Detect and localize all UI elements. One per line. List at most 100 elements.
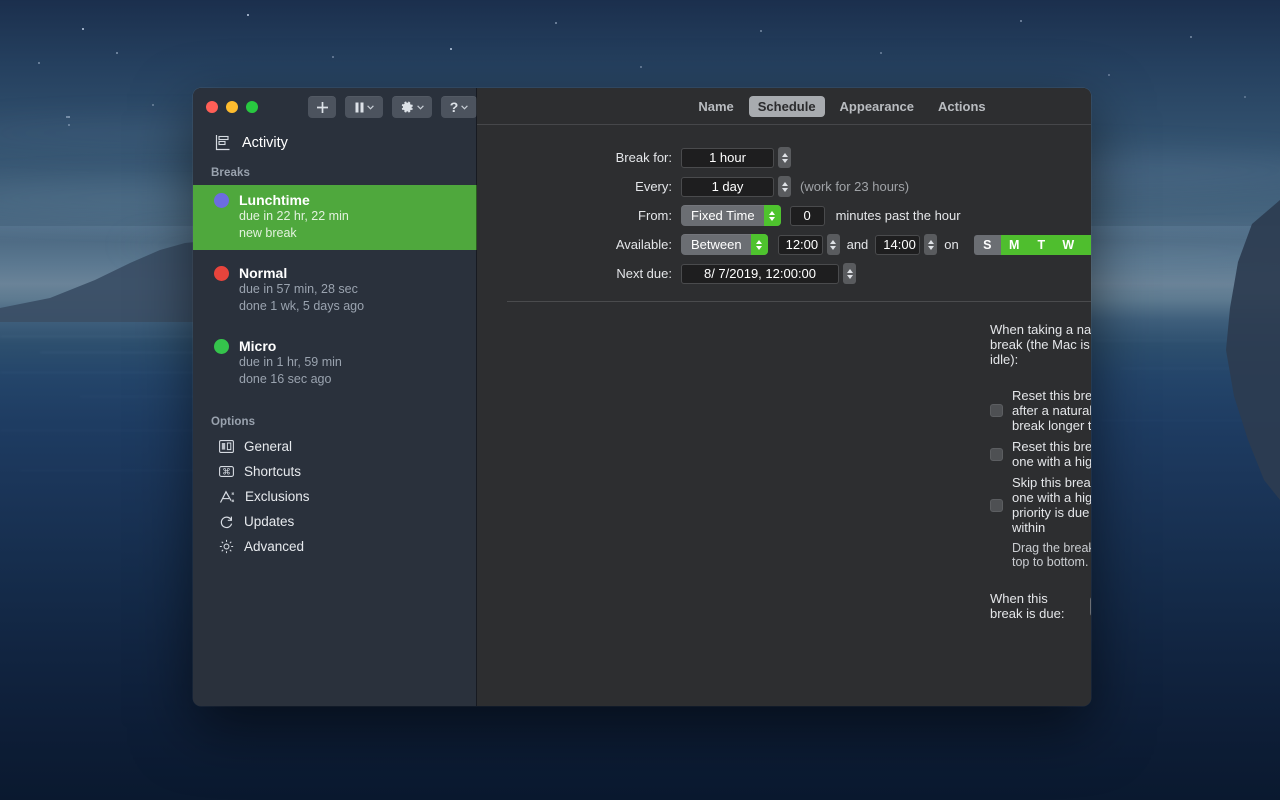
tab-appearance[interactable]: Appearance	[831, 96, 923, 117]
select-arrows-icon	[751, 234, 768, 255]
minutes-past-hour-field[interactable]: 0	[790, 206, 825, 226]
available-label: Available:	[495, 237, 681, 252]
general-panels-icon	[219, 440, 234, 453]
sidebar-section-breaks: Breaks	[193, 161, 477, 185]
next-due-row: Next due: 8/ 7/2019, 12:00:00	[477, 263, 1091, 284]
when-due-row: When this break is due: Start Immediatel…	[477, 591, 1091, 621]
break-due-text: due in 22 hr, 22 min	[239, 208, 477, 225]
break-done-text: done 16 sec ago	[239, 371, 477, 388]
day-toggle-mon[interactable]: M	[1001, 235, 1028, 255]
select-arrows-icon	[764, 205, 781, 226]
sidebar: ? Activity Breaks	[193, 88, 477, 706]
every-label: Every:	[495, 179, 681, 194]
sidebar-item-label: Updates	[244, 514, 294, 529]
next-due-field[interactable]: 8/ 7/2019, 12:00:00	[681, 264, 839, 284]
drag-order-note: Drag the breaks to order in priority, to…	[1012, 541, 1091, 569]
from-mode-value: Fixed Time	[681, 208, 764, 223]
pause-icon	[355, 102, 364, 113]
schedule-form: Break for: 1 hour Every: 1 day (work for…	[477, 125, 1091, 621]
reset-after-higher-priority-checkbox[interactable]	[990, 448, 1003, 461]
day-toggle-thu[interactable]: T	[1082, 235, 1091, 255]
break-name: Micro	[239, 338, 276, 354]
close-window-button[interactable]	[206, 101, 218, 113]
minutes-past-hour-label: minutes past the hour	[836, 208, 961, 223]
reset-after-higher-priority-row: Reset this break after finishing one wit…	[990, 439, 1091, 469]
sidebar-break-micro[interactable]: Micro due in 1 hr, 59 min done 16 sec ag…	[193, 331, 477, 396]
tab-schedule[interactable]: Schedule	[749, 96, 825, 117]
from-row: From: Fixed Time 0 minutes past the hour	[477, 205, 1091, 226]
toolbar: ?	[308, 96, 477, 118]
day-toggle-tue[interactable]: T	[1028, 235, 1055, 255]
refresh-circle-icon	[219, 515, 234, 529]
when-due-label: When this break is due:	[990, 591, 1081, 621]
every-field[interactable]: 1 day	[681, 177, 774, 197]
window-titlebar: ?	[193, 88, 477, 126]
maximize-window-button[interactable]	[246, 101, 258, 113]
break-name: Normal	[239, 265, 287, 281]
activity-chart-icon	[215, 134, 231, 151]
chevron-down-icon	[461, 105, 468, 110]
question-mark-icon: ?	[450, 100, 459, 114]
when-due-select[interactable]: Start Immediately	[1090, 596, 1091, 617]
break-name: Lunchtime	[239, 192, 310, 208]
gear-icon	[219, 539, 234, 554]
break-done-text: new break	[239, 225, 477, 242]
pause-button[interactable]	[345, 96, 383, 118]
sidebar-item-label: Activity	[242, 135, 288, 151]
next-due-stepper[interactable]	[843, 263, 856, 284]
available-start-field[interactable]: 12:00	[778, 235, 823, 255]
every-stepper[interactable]	[778, 176, 791, 197]
from-label: From:	[495, 208, 681, 223]
skip-if-higher-priority-checkbox[interactable]	[990, 499, 1003, 512]
sidebar-item-label: General	[244, 439, 292, 454]
day-toggle-wed[interactable]: W	[1055, 235, 1082, 255]
help-button[interactable]: ?	[441, 96, 477, 118]
available-mode-select[interactable]: Between	[681, 234, 768, 255]
tab-name[interactable]: Name	[689, 96, 742, 117]
available-end-field[interactable]: 14:00	[875, 235, 920, 255]
plus-icon	[316, 101, 329, 114]
sidebar-item-activity[interactable]: Activity	[193, 126, 477, 161]
minimize-window-button[interactable]	[226, 101, 238, 113]
from-mode-select[interactable]: Fixed Time	[681, 205, 781, 226]
break-due-text: due in 57 min, 28 sec	[239, 281, 477, 298]
sidebar-item-updates[interactable]: Updates	[193, 509, 477, 534]
reset-after-natural-break-label: Reset this break after a natural break l…	[1012, 388, 1091, 433]
sidebar-item-exclusions[interactable]: Exclusions	[193, 484, 477, 509]
sidebar-item-label: Advanced	[244, 539, 304, 554]
day-toggle-sun[interactable]: S	[974, 235, 1001, 255]
svg-text:⌘: ⌘	[222, 468, 231, 478]
available-end-stepper[interactable]	[924, 234, 937, 255]
break-for-stepper[interactable]	[778, 147, 791, 168]
tab-actions[interactable]: Actions	[929, 96, 995, 117]
reset-after-natural-break-checkbox[interactable]	[990, 404, 1003, 417]
gear-icon	[401, 101, 414, 114]
settings-button[interactable]	[392, 96, 432, 118]
break-for-field[interactable]: 1 hour	[681, 148, 774, 168]
available-and-label: and	[847, 237, 869, 252]
natural-break-label: When taking a natural break (the Mac is …	[990, 322, 1091, 367]
chevron-down-icon	[417, 105, 424, 110]
add-break-button[interactable]	[308, 96, 336, 118]
main-panel: Name Schedule Appearance Actions Break f…	[477, 88, 1091, 706]
sidebar-item-general[interactable]: General	[193, 434, 477, 459]
available-start-stepper[interactable]	[827, 234, 840, 255]
reset-after-higher-priority-label: Reset this break after finishing one wit…	[1012, 439, 1091, 469]
natural-break-row: When taking a natural break (the Mac is …	[477, 322, 1091, 367]
sidebar-section-options: Options	[193, 410, 477, 434]
sidebar-item-label: Shortcuts	[244, 464, 301, 479]
when-due-value: Start Immediately	[1090, 599, 1091, 614]
skip-if-higher-priority-row: Skip this break if one with a higher pri…	[990, 475, 1091, 535]
sidebar-item-advanced[interactable]: Advanced	[193, 534, 477, 559]
sidebar-item-shortcuts[interactable]: ⌘ Shortcuts	[193, 459, 477, 484]
available-row: Available: Between 12:00 and 14:00	[477, 234, 1091, 255]
sidebar-break-normal[interactable]: Normal due in 57 min, 28 sec done 1 wk, …	[193, 258, 477, 323]
keyboard-shortcut-icon: ⌘	[219, 465, 234, 478]
break-due-text: due in 1 hr, 59 min	[239, 354, 477, 371]
skip-if-higher-priority-label: Skip this break if one with a higher pri…	[1012, 475, 1091, 535]
available-mode-value: Between	[681, 237, 751, 252]
break-for-row: Break for: 1 hour	[477, 147, 1091, 168]
break-done-text: done 1 wk, 5 days ago	[239, 298, 477, 315]
next-due-label: Next due:	[495, 266, 681, 281]
sidebar-break-lunchtime[interactable]: Lunchtime due in 22 hr, 22 min new break	[193, 185, 477, 250]
